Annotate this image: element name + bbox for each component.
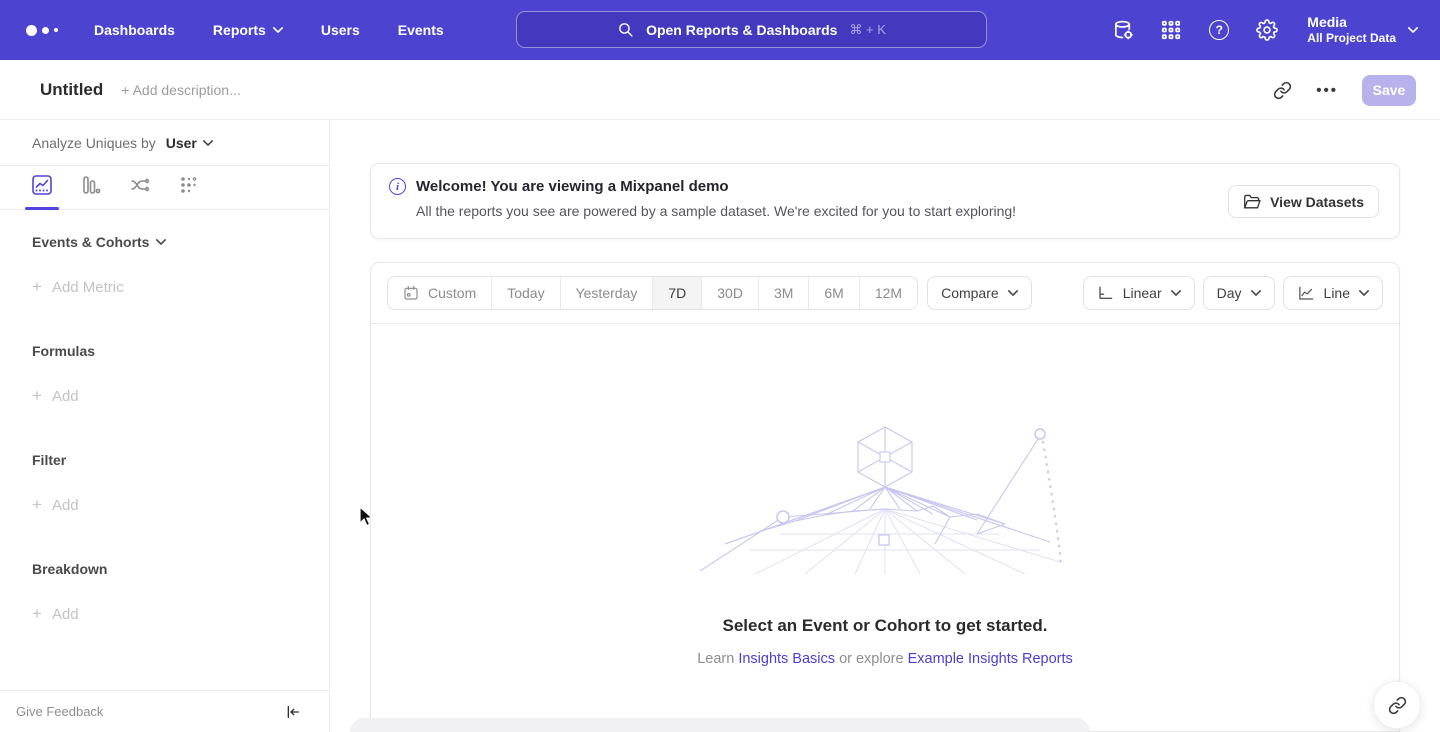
chevron-down-icon: [156, 239, 166, 245]
global-search-bar[interactable]: Open Reports & Dashboards ⌘ + K: [516, 11, 987, 48]
topnav-right: ? Media All Project Data: [1111, 0, 1418, 60]
add-filter-button[interactable]: + Add: [32, 495, 329, 515]
project-env: All Project Data: [1307, 31, 1396, 47]
visualization-tabs: [0, 166, 329, 210]
range-yesterday[interactable]: Yesterday: [560, 277, 653, 309]
tab-retention-grid[interactable]: [179, 175, 201, 210]
apps-grid-icon[interactable]: [1159, 18, 1183, 42]
help-icon[interactable]: ?: [1207, 18, 1231, 42]
plus-icon: +: [32, 277, 42, 297]
give-feedback-link[interactable]: Give Feedback: [16, 704, 103, 719]
date-range-group: Custom Today Yesterday 7D 30D 3M 6M 12M: [387, 276, 918, 310]
search-label: Open Reports & Dashboards: [646, 22, 837, 38]
nav-item-users[interactable]: Users: [321, 22, 360, 38]
primary-nav: Dashboards Reports Users Events: [94, 22, 444, 38]
chevron-down-icon: [203, 140, 213, 146]
share-link-fab[interactable]: [1373, 681, 1421, 729]
report-card: Custom Today Yesterday 7D 30D 3M 6M 12M …: [370, 262, 1400, 732]
chevron-down-icon: [1008, 290, 1018, 296]
chevron-down-icon: [273, 27, 283, 33]
ellipsis-icon: •••: [1316, 82, 1338, 99]
data-management-icon[interactable]: [1111, 18, 1135, 42]
gear-icon[interactable]: [1255, 18, 1279, 42]
view-datasets-button[interactable]: View Datasets: [1228, 185, 1379, 218]
dots-grid-icon: [179, 175, 199, 195]
report-title-bar: Untitled + Add description... ••• Save: [0, 60, 1440, 120]
analyze-row: Analyze Uniques by User: [0, 120, 329, 166]
plus-icon: +: [32, 386, 42, 406]
section-events-cohorts[interactable]: Events & Cohorts: [32, 234, 329, 250]
nav-item-dashboards[interactable]: Dashboards: [94, 22, 175, 38]
sidebar-footer: Give Feedback: [0, 690, 329, 732]
collapse-left-icon: [285, 704, 301, 720]
add-metric-button[interactable]: + Add Metric: [32, 277, 329, 297]
granularity-dropdown[interactable]: Day: [1203, 276, 1275, 310]
project-switcher[interactable]: Media All Project Data: [1303, 13, 1418, 47]
plus-icon: +: [32, 604, 42, 624]
section-breakdown: Breakdown: [32, 561, 329, 577]
nav-item-events[interactable]: Events: [398, 22, 444, 38]
tab-insights-line[interactable]: [32, 175, 54, 210]
add-formula-button[interactable]: + Add: [32, 386, 329, 406]
search-shortcut: ⌘ + K: [849, 22, 886, 38]
top-nav: Dashboards Reports Users Events Open Rep…: [0, 0, 1440, 60]
analyze-label: Analyze Uniques by: [32, 135, 156, 151]
plus-icon: +: [32, 495, 42, 515]
link-example-insights-reports[interactable]: Example Insights Reports: [908, 651, 1073, 667]
empty-state-heading: Select an Event or Cohort to get started…: [723, 616, 1048, 636]
banner-title: Welcome! You are viewing a Mixpanel demo: [416, 176, 1016, 198]
bottom-sheet-edge[interactable]: [350, 718, 1090, 732]
mixpanel-logo-icon[interactable]: [26, 25, 58, 36]
link-insights-basics[interactable]: Insights Basics: [738, 651, 835, 667]
line-chart-icon: [32, 175, 52, 195]
empty-state-subtext: Learn Insights Basics or explore Example…: [697, 651, 1073, 667]
compare-button[interactable]: Compare: [927, 276, 1032, 310]
save-button[interactable]: Save: [1362, 75, 1416, 106]
link-icon: [1273, 81, 1292, 100]
range-6m[interactable]: 6M: [808, 277, 858, 309]
query-builder-sidebar: Analyze Uniques by User: [0, 120, 330, 732]
add-description-field[interactable]: + Add description...: [121, 82, 240, 98]
range-today[interactable]: Today: [491, 277, 559, 309]
folder-icon: [1243, 194, 1261, 210]
line-chart-icon: [1297, 286, 1315, 301]
add-breakdown-button[interactable]: + Add: [32, 604, 329, 624]
analyze-by-dropdown[interactable]: User: [166, 135, 213, 151]
chevron-down-icon: [1251, 290, 1261, 296]
section-filter: Filter: [32, 452, 329, 468]
banner-subtitle: All the reports you see are powered by a…: [416, 203, 1016, 219]
search-icon: [617, 21, 634, 38]
bar-chart-icon: [81, 175, 101, 195]
collapse-sidebar-button[interactable]: [285, 704, 301, 720]
linear-axis-icon: [1097, 286, 1114, 301]
mixpanel-app: Dashboards Reports Users Events Open Rep…: [0, 0, 1440, 732]
range-7d[interactable]: 7D: [652, 277, 701, 309]
range-30d[interactable]: 30D: [701, 277, 758, 309]
range-12m[interactable]: 12M: [859, 277, 917, 309]
nav-item-reports[interactable]: Reports: [213, 22, 283, 38]
range-custom[interactable]: Custom: [388, 277, 491, 309]
chevron-down-icon: [1359, 290, 1369, 296]
flows-icon: [130, 175, 150, 195]
tab-flows[interactable]: [130, 175, 152, 210]
report-title[interactable]: Untitled: [40, 80, 103, 100]
report-controls: Custom Today Yesterday 7D 30D 3M 6M 12M …: [371, 263, 1399, 324]
chevron-down-icon: [1408, 27, 1418, 33]
scale-dropdown[interactable]: Linear: [1083, 276, 1195, 310]
report-main: i Welcome! You are viewing a Mixpanel de…: [330, 120, 1440, 732]
project-name: Media: [1307, 13, 1396, 31]
tab-bar-chart[interactable]: [81, 175, 103, 210]
section-formulas: Formulas: [32, 343, 329, 359]
calendar-icon: [403, 285, 419, 301]
more-options-button[interactable]: •••: [1316, 82, 1338, 99]
range-3m[interactable]: 3M: [758, 277, 808, 309]
copy-link-button[interactable]: [1273, 81, 1292, 100]
link-icon: [1388, 696, 1407, 715]
chart-type-dropdown[interactable]: Line: [1283, 276, 1383, 310]
empty-state-illustration: [695, 424, 1075, 574]
info-icon: i: [389, 178, 406, 195]
empty-state: Select an Event or Cohort to get started…: [371, 324, 1399, 667]
chevron-down-icon: [1171, 290, 1181, 296]
welcome-banner: i Welcome! You are viewing a Mixpanel de…: [370, 163, 1400, 239]
